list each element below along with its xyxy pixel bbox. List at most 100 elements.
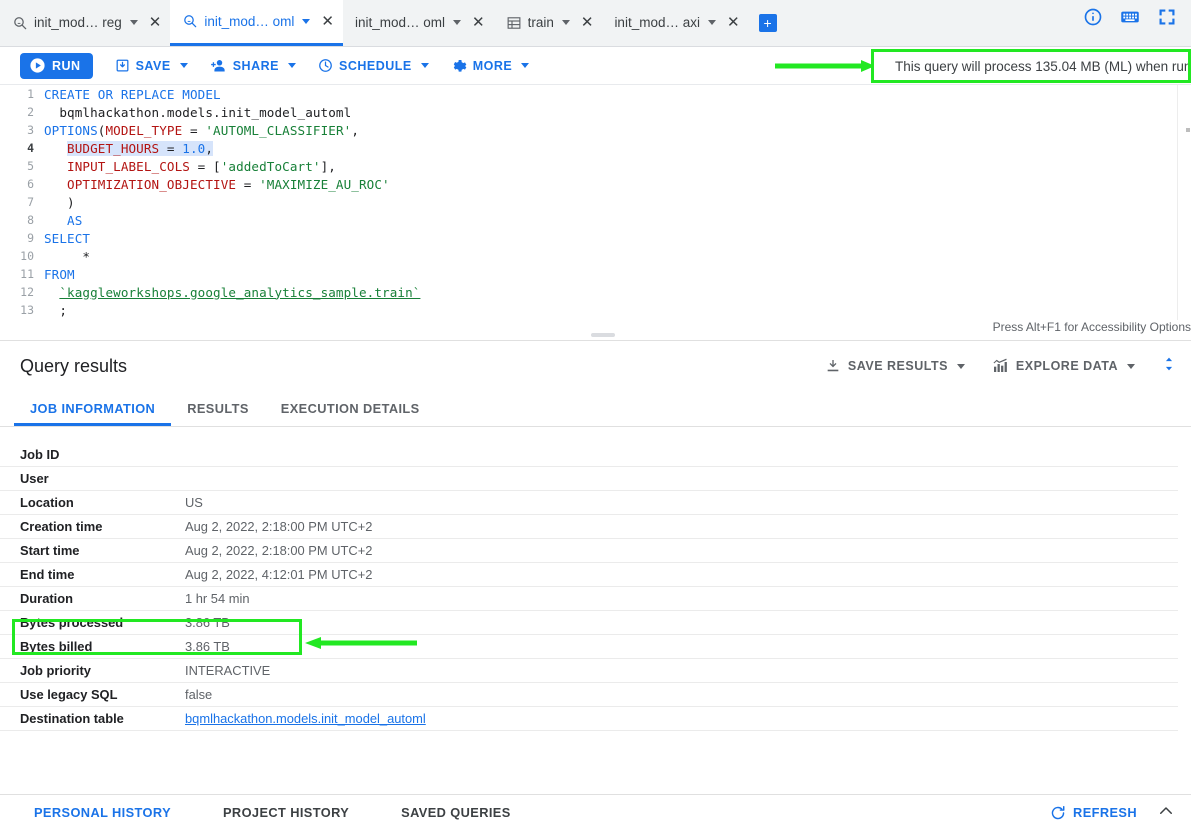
annotation-arrow-bytes [305,637,417,649]
line-content: bqmlhackathon.models.init_model_automl [44,104,352,120]
code-line-3[interactable]: 3 OPTIONS(MODEL_TYPE = 'AUTOML_CLASSIFIER… [0,121,1191,139]
line-number: 10 [20,249,34,263]
job-info-key: Destination table [20,711,124,726]
results-tab-2[interactable]: EXECUTION DETAILS [265,391,436,426]
run-button-label: RUN [52,58,81,73]
job-info-key: Use legacy SQL [20,687,118,702]
job-info-key: Job priority [20,663,91,678]
chevron-down-icon [521,63,530,68]
line-content: CREATE OR REPLACE MODEL [44,86,221,102]
job-info-value: false [185,687,213,702]
save-icon [116,59,129,72]
line-number: 6 [27,177,34,191]
line-number: 4 [27,141,34,155]
info-icon[interactable] [1083,7,1103,32]
job-info-row: Location US [0,491,1178,515]
line-content: OPTIONS(MODEL_TYPE = 'AUTOML_CLASSIFIER'… [44,122,359,138]
tab-label: init_mod… axi [614,15,700,30]
editor-tab-1[interactable]: init_mod… oml ✕ [170,0,343,46]
chevron-down-icon[interactable] [129,20,138,25]
job-info-value: 3.86 TB [185,639,230,654]
chevron-down-icon[interactable] [453,20,462,25]
refresh-button[interactable]: REFRESH [1050,805,1137,821]
code-line-6[interactable]: 6 OPTIMIZATION_OBJECTIVE = 'MAXIMIZE_AU_… [0,175,1191,193]
keyboard-icon[interactable] [1119,7,1141,32]
line-number: 13 [20,303,34,317]
code-line-7[interactable]: 7 ) [0,193,1191,211]
more-button[interactable]: MORE [451,53,530,79]
editor-tab-2[interactable]: init_mod… oml ✕ [343,0,494,46]
tab-list: init_mod… reg ✕ init_mod… oml ✕ init_mod… om… [0,0,749,46]
job-info-key: Bytes processed [20,615,124,630]
job-info-row: Job priority INTERACTIVE [0,659,1178,683]
job-info-key: Start time [20,543,80,558]
editor-overview-marker [1186,128,1190,132]
history-tab-list: PERSONAL HISTORY PROJECT HISTORY SAVED QUE… [34,805,563,820]
line-number: 8 [27,213,34,227]
tab-label: init_mod… oml [204,13,295,29]
code-line-1[interactable]: 1 CREATE OR REPLACE MODEL [0,85,1191,103]
close-icon[interactable]: ✕ [149,15,162,30]
explore-data-button[interactable]: EXPLORE DATA [991,358,1135,374]
history-tab-2[interactable]: SAVED QUERIES [401,805,511,820]
job-info-value: bqmlhackathon.models.init_model_automl [185,711,426,726]
close-icon[interactable]: ✕ [581,15,594,30]
results-tab-1[interactable]: RESULTS [171,391,265,426]
panel-resize-handle[interactable] [591,333,615,337]
chevron-down-icon[interactable] [302,18,311,24]
history-tab-1[interactable]: PROJECT HISTORY [223,805,349,820]
close-icon[interactable]: ✕ [321,14,334,29]
add-tab-button[interactable]: + [758,14,777,32]
job-info-row: Job ID [0,443,1178,467]
code-line-2[interactable]: 2 bqmlhackathon.models.init_model_automl [0,103,1191,121]
query-results-actions: SAVE RESULTS EXPLORE DATA [825,354,1177,379]
close-icon[interactable]: ✕ [727,15,740,30]
save-button[interactable]: SAVE [115,53,188,79]
tab-label: init_mod… reg [34,15,122,30]
run-button[interactable]: RUN [20,52,93,79]
code-line-8[interactable]: 8 AS [0,211,1191,229]
code-line-9[interactable]: 9 SELECT [0,229,1191,247]
code-line-4[interactable]: 4 BUDGET_HOURS = 1.0, [0,139,1191,157]
job-info-value: US [185,495,203,510]
save-results-button[interactable]: SAVE RESULTS [825,358,965,374]
line-content: ) [44,194,75,210]
results-tab-0[interactable]: JOB INFORMATION [14,391,171,426]
job-info-key: Duration [20,591,73,606]
chevron-down-icon [287,63,296,68]
line-content: SELECT [44,230,91,246]
download-icon [827,360,839,372]
table-icon [507,16,521,29]
code-line-13[interactable]: 13 ; [0,301,1191,319]
destination-table-link[interactable]: bqmlhackathon.models.init_model_automl [185,711,426,726]
code-line-5[interactable]: 5 INPUT_LABEL_COLS = ['addedToCart'], [0,157,1191,175]
annotation-arrow-top [775,60,875,72]
code-line-11[interactable]: 11 FROM [0,265,1191,283]
gear-icon [453,59,467,72]
sql-editor[interactable]: 1 CREATE OR REPLACE MODEL 2 bqmlhackathon.… [0,85,1191,330]
fullscreen-icon[interactable] [1157,7,1177,32]
unfold-more-icon[interactable] [1161,354,1177,379]
query-validation-notice: This query will process 135.04 MB (ML) w… [871,49,1191,83]
editor-vertical-ruler [1177,85,1178,330]
chevron-down-icon [420,63,429,68]
code-line-12[interactable]: 12 `kaggleworkshops.google_analytics_sam… [0,283,1191,301]
job-info-row: Creation time Aug 2, 2022, 2:18:00 PM UTC… [0,515,1178,539]
chevron-down-icon [179,63,188,68]
history-tab-0[interactable]: PERSONAL HISTORY [34,805,171,820]
line-number: 12 [20,285,34,299]
chevron-down-icon[interactable] [707,20,716,25]
chevron-down-icon [956,363,965,369]
chevron-down-icon[interactable] [561,20,570,25]
history-bar: PERSONAL HISTORY PROJECT HISTORY SAVED QUE… [0,794,1191,830]
editor-tab-0[interactable]: init_mod… reg ✕ [0,0,170,46]
code-line-10[interactable]: 10 * [0,247,1191,265]
editor-tab-3[interactable]: train ✕ [494,0,603,46]
editor-tab-4[interactable]: init_mod… axi ✕ [602,0,748,46]
close-icon[interactable]: ✕ [472,15,485,30]
job-info-value: INTERACTIVE [185,663,271,678]
job-info-row: Bytes billed 3.86 TB [0,635,1178,659]
schedule-button[interactable]: SCHEDULE [318,53,429,79]
chevron-up-icon[interactable] [1157,802,1175,824]
share-button[interactable]: SHARE [210,53,296,79]
